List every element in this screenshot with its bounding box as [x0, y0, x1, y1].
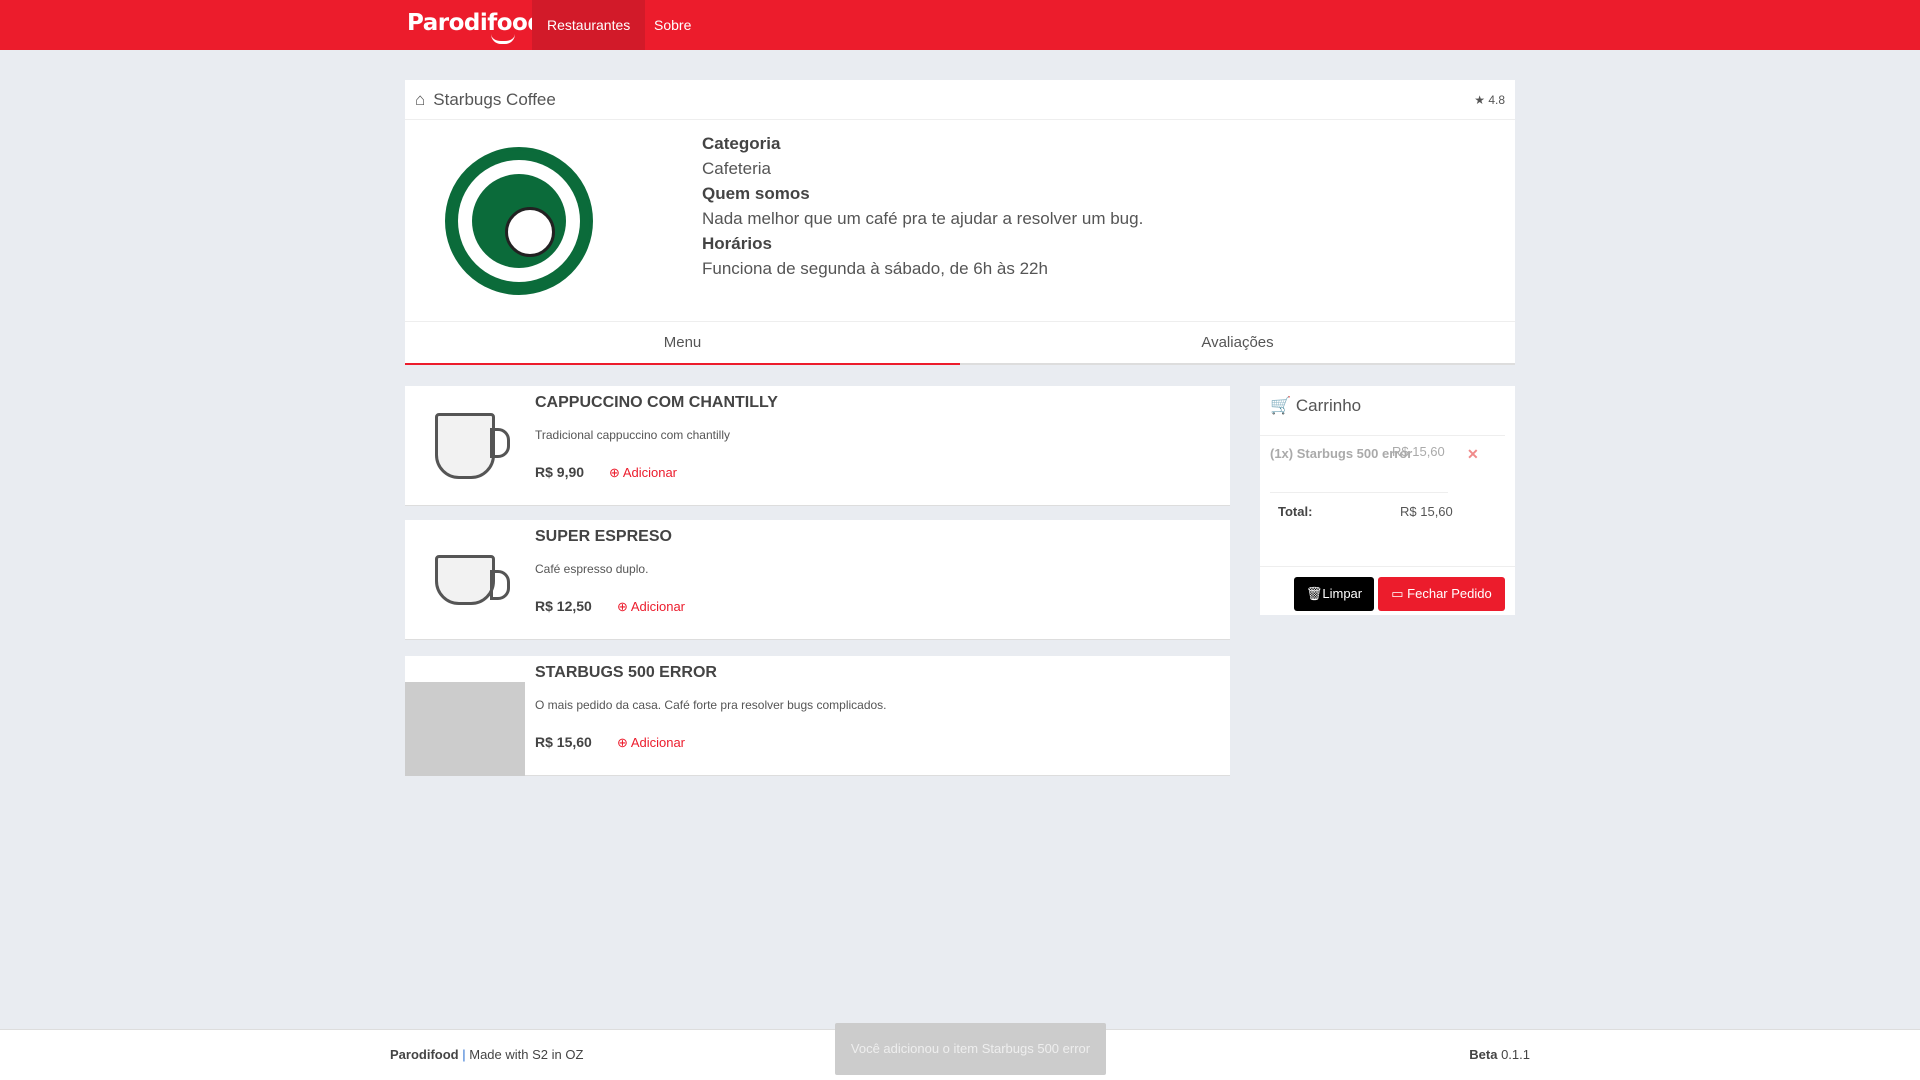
toast-notification: Você adicionou o item Starbugs 500 error: [835, 1023, 1106, 1075]
brand-text: Parodifood: [407, 10, 544, 36]
remove-item-icon[interactable]: ✕: [1467, 446, 1479, 463]
item-name: CAPPUCCINO COM CHANTILLY: [535, 394, 778, 411]
category-label: Categoria: [702, 134, 781, 153]
restaurant-name: Starbugs Coffee: [433, 89, 556, 109]
cappuccino-image: [405, 386, 525, 506]
tab-avaliacoes[interactable]: Avaliações: [960, 322, 1515, 365]
hours: Funciona de segunda à sábado, de 6h às 2…: [702, 259, 1048, 278]
item-image-placeholder: [405, 682, 525, 776]
cart-title-text: Carrinho: [1295, 396, 1362, 415]
total-value: R$ 15,60: [1400, 504, 1453, 519]
restaurant-panel: ⌂ Starbugs Coffee ★ 4.8 Categoria Cafete…: [405, 80, 1515, 365]
clear-cart-button[interactable]: 🗑Limpar: [1294, 577, 1374, 611]
item-name: STARBUGS 500 ERROR: [535, 664, 717, 681]
item-price: R$ 9,90: [535, 464, 585, 480]
restaurant-logo: [445, 147, 593, 295]
nav-sobre[interactable]: Sobre: [639, 0, 706, 50]
menu-item: SUPER ESPRESO Café espresso duplo. R$ 12…: [405, 520, 1230, 640]
menu-item: STARBUGS 500 ERROR O mais pedido da casa…: [405, 656, 1230, 776]
footer-made: Made with S2 in OZ: [469, 1047, 584, 1062]
rating: ★ 4.8: [1474, 93, 1505, 107]
item-desc: Tradicional cappuccino com chantilly: [535, 428, 730, 442]
cart-item-price: R$ 15,60: [1392, 444, 1445, 459]
home-icon: ⌂: [415, 89, 426, 109]
add-label: Adicionar: [622, 465, 678, 480]
beta-label: Beta: [1469, 1047, 1498, 1062]
add-button[interactable]: ⊕ Adicionar: [609, 465, 677, 481]
item-price: R$ 12,50: [535, 598, 592, 614]
tabs: Menu Avaliações: [405, 321, 1515, 365]
nav-restaurantes[interactable]: Restaurantes: [532, 0, 646, 50]
cart-icon: 🛒: [1270, 396, 1292, 415]
total-label: Total:: [1278, 504, 1313, 519]
rating-value: 4.8: [1488, 92, 1505, 107]
category: Cafeteria: [702, 159, 771, 178]
trash-icon: 🗑: [1305, 586, 1323, 601]
restaurant-info: Categoria Cafeteria Quem somos Nada melh…: [702, 131, 1143, 281]
menu-item: CAPPUCCINO COM CHANTILLY Tradicional cap…: [405, 386, 1230, 506]
item-desc: O mais pedido da casa. Café forte pra re…: [535, 698, 887, 712]
hours-label: Horários: [702, 234, 772, 253]
checkout-button[interactable]: ▭ Fechar Pedido: [1378, 577, 1505, 611]
cart-title: 🛒 Carrinho: [1260, 386, 1505, 436]
about-label: Quem somos: [702, 184, 810, 203]
navbar: Parodifood Restaurantes Sobre: [0, 0, 1920, 50]
add-label: Adicionar: [630, 735, 686, 750]
about: Nada melhor que um café pra te ajudar a …: [702, 209, 1144, 228]
plus-circle-icon: ⊕: [617, 735, 628, 750]
brand-logo[interactable]: Parodifood: [407, 10, 544, 44]
clear-label: Limpar: [1322, 586, 1363, 601]
add-label: Adicionar: [630, 599, 686, 614]
item-name: SUPER ESPRESO: [535, 528, 672, 545]
restaurant-header: ⌂ Starbugs Coffee ★ 4.8: [405, 80, 1515, 120]
plus-circle-icon: ⊕: [617, 599, 628, 614]
add-button[interactable]: ⊕ Adicionar: [617, 735, 685, 751]
item-price: R$ 15,60: [535, 734, 592, 750]
add-button[interactable]: ⊕ Adicionar: [617, 599, 685, 615]
plus-circle-icon: ⊕: [609, 465, 620, 480]
footer-brand: Parodifood: [390, 1047, 459, 1062]
tab-menu[interactable]: Menu: [405, 322, 960, 365]
star-icon: ★: [1474, 92, 1485, 107]
footer-sep: |: [462, 1047, 466, 1062]
item-desc: Café espresso duplo.: [535, 562, 649, 576]
checkout-label: Fechar Pedido: [1407, 586, 1492, 601]
version: 0.1.1: [1501, 1047, 1530, 1062]
cart-panel: 🛒 Carrinho (1x) Starbugs 500 error R$ 15…: [1260, 386, 1515, 615]
espresso-image: [405, 520, 525, 640]
credit-card-icon: ▭: [1391, 586, 1404, 601]
